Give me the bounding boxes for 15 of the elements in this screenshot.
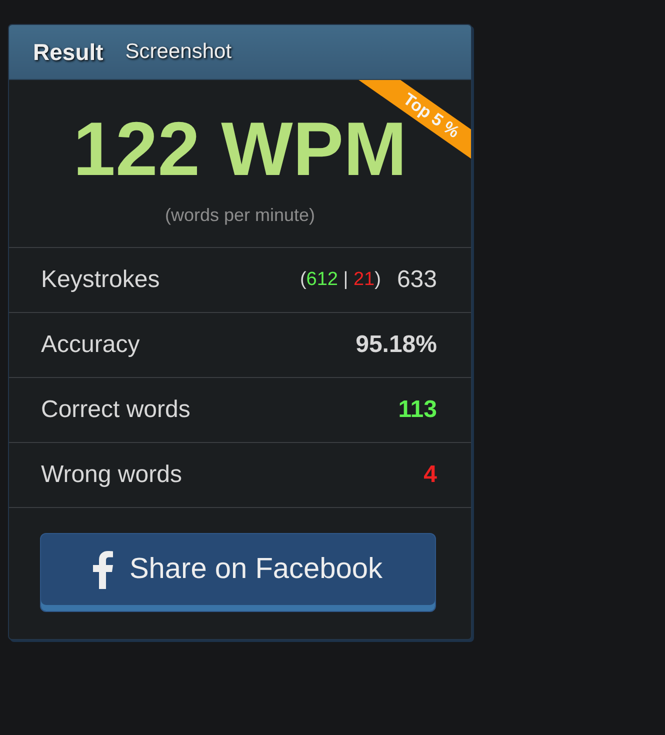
tab[interactable]: Result [33,34,104,70]
stat-label: Keystrokes [41,265,160,295]
facebook-icon [93,551,114,589]
stat-value: 95.18% [356,330,437,360]
stat-label: Wrong words [41,460,182,490]
stat-value: 113 [398,395,437,425]
wpm-caption: (words per minute) [164,204,316,227]
tab[interactable]: Screenshot [125,36,232,68]
stat-value: 4 [424,460,437,490]
wpm-value: 122 WPM [73,112,407,188]
keystroke-breakdown: (612 | 21) [300,268,381,292]
stat-label: Accuracy [41,330,140,360]
stat-label: Correct words [41,395,190,425]
stat-value: 633 [396,265,437,295]
share-button[interactable]: Share on Facebook [40,533,436,612]
